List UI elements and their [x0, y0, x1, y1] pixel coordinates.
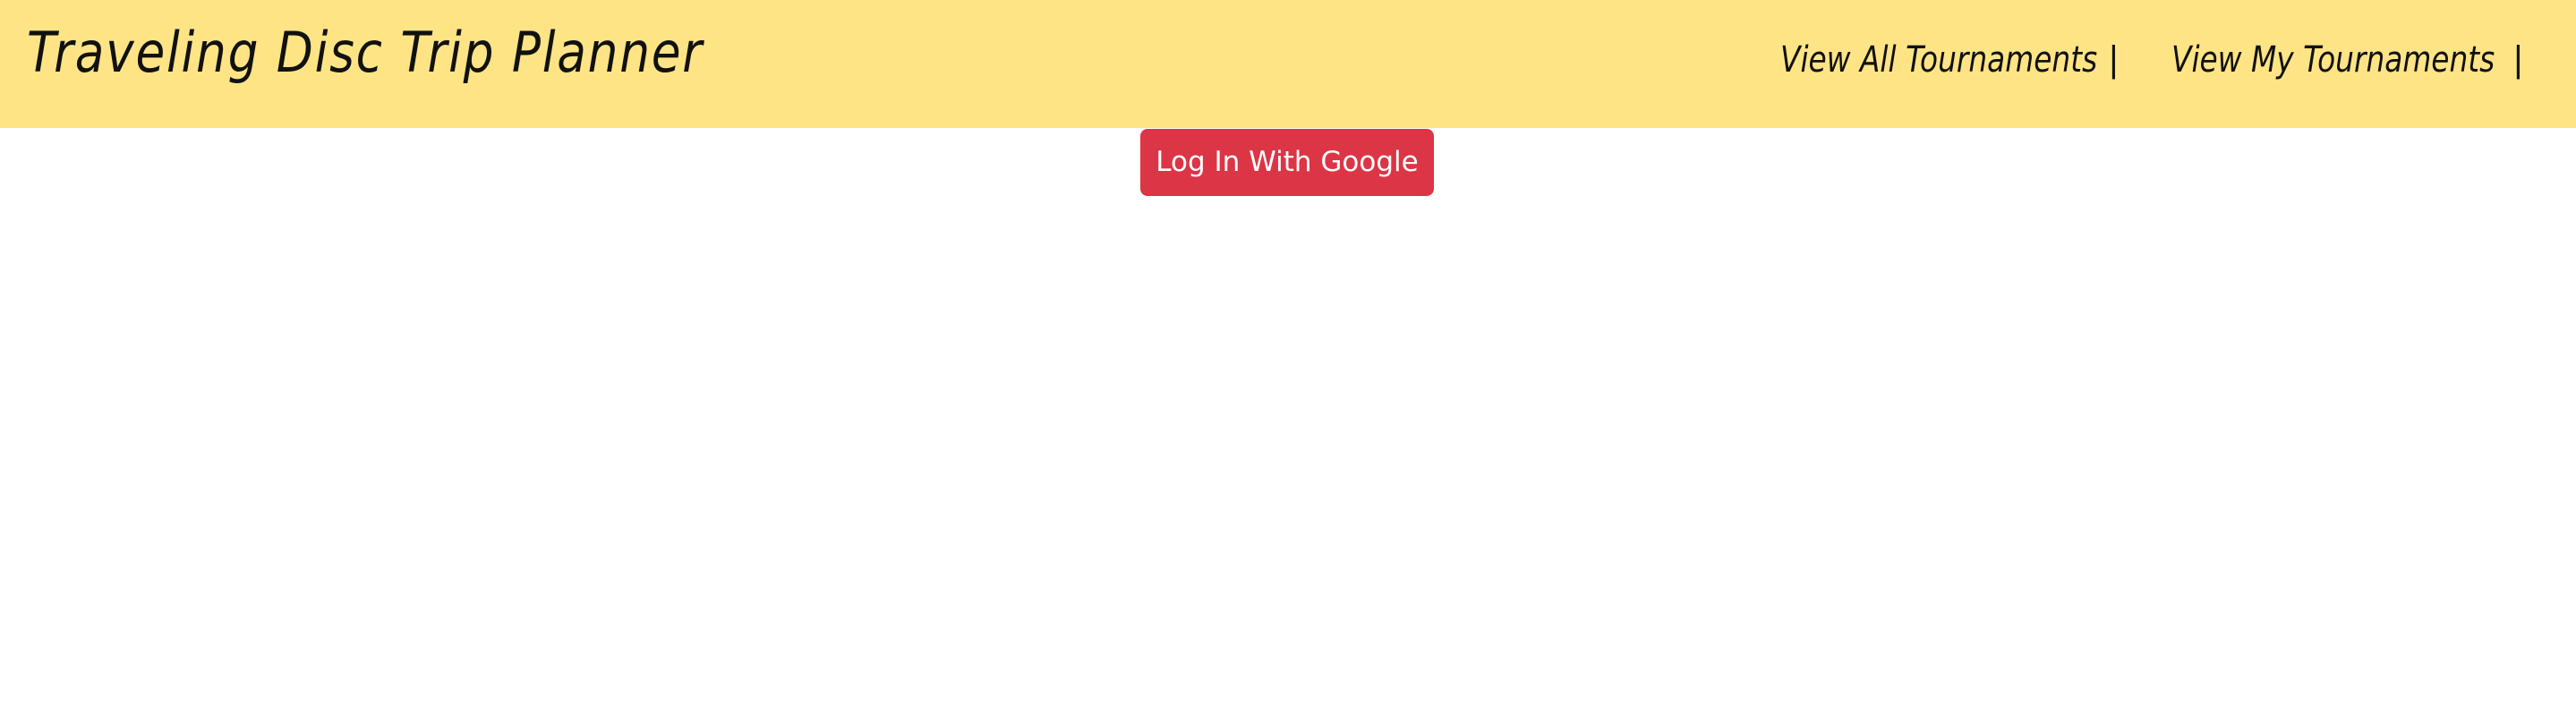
log-in-with-google-button[interactable]: Log In With Google: [1140, 129, 1434, 196]
nav-separator: |: [2108, 39, 2120, 79]
nav-link-view-my-tournaments[interactable]: View My Tournaments: [2171, 39, 2495, 81]
top-navbar: Traveling Disc Trip Planner View All Tou…: [0, 0, 2576, 128]
nav-link-view-all-tournaments[interactable]: View All Tournaments: [1780, 39, 2097, 81]
brand-title[interactable]: Traveling Disc Trip Planner: [27, 20, 704, 85]
nav-separator: |: [2512, 39, 2524, 79]
